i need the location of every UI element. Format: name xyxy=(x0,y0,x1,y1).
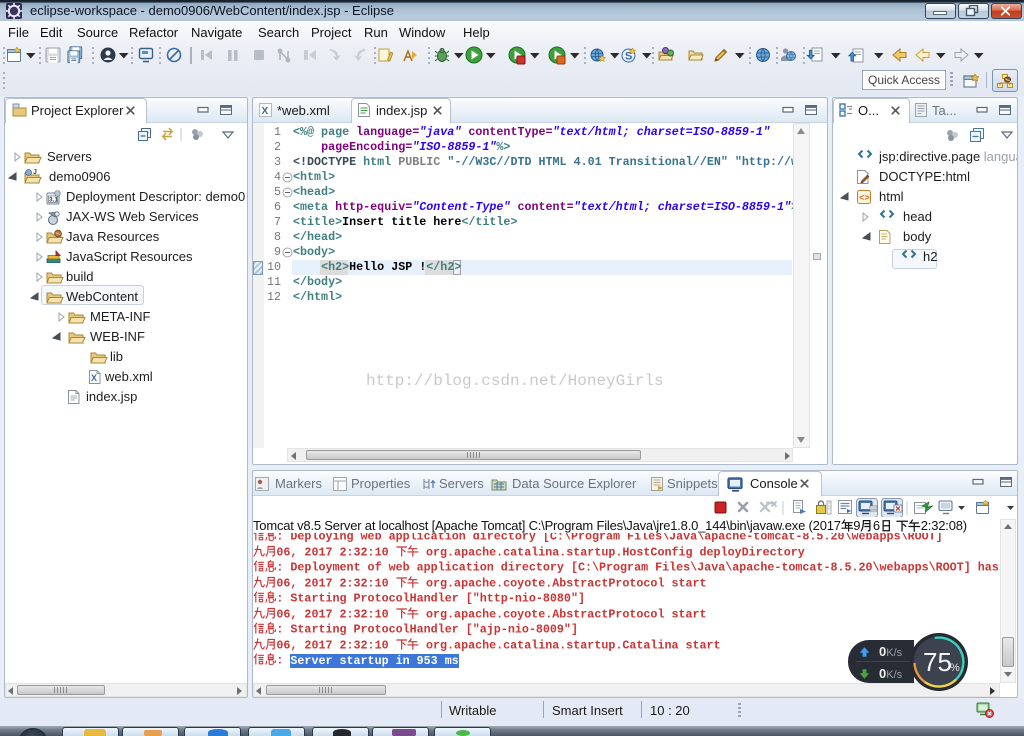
svg-text:75: 75 xyxy=(923,647,952,677)
svg-text:%: % xyxy=(950,662,960,674)
svg-text:X: X xyxy=(91,373,97,383)
svg-text:J: J xyxy=(33,169,37,176)
svg-text:X: X xyxy=(262,106,269,117)
svg-text:3.1: 3.1 xyxy=(49,197,58,204)
svg-text:<>: <> xyxy=(859,194,870,204)
